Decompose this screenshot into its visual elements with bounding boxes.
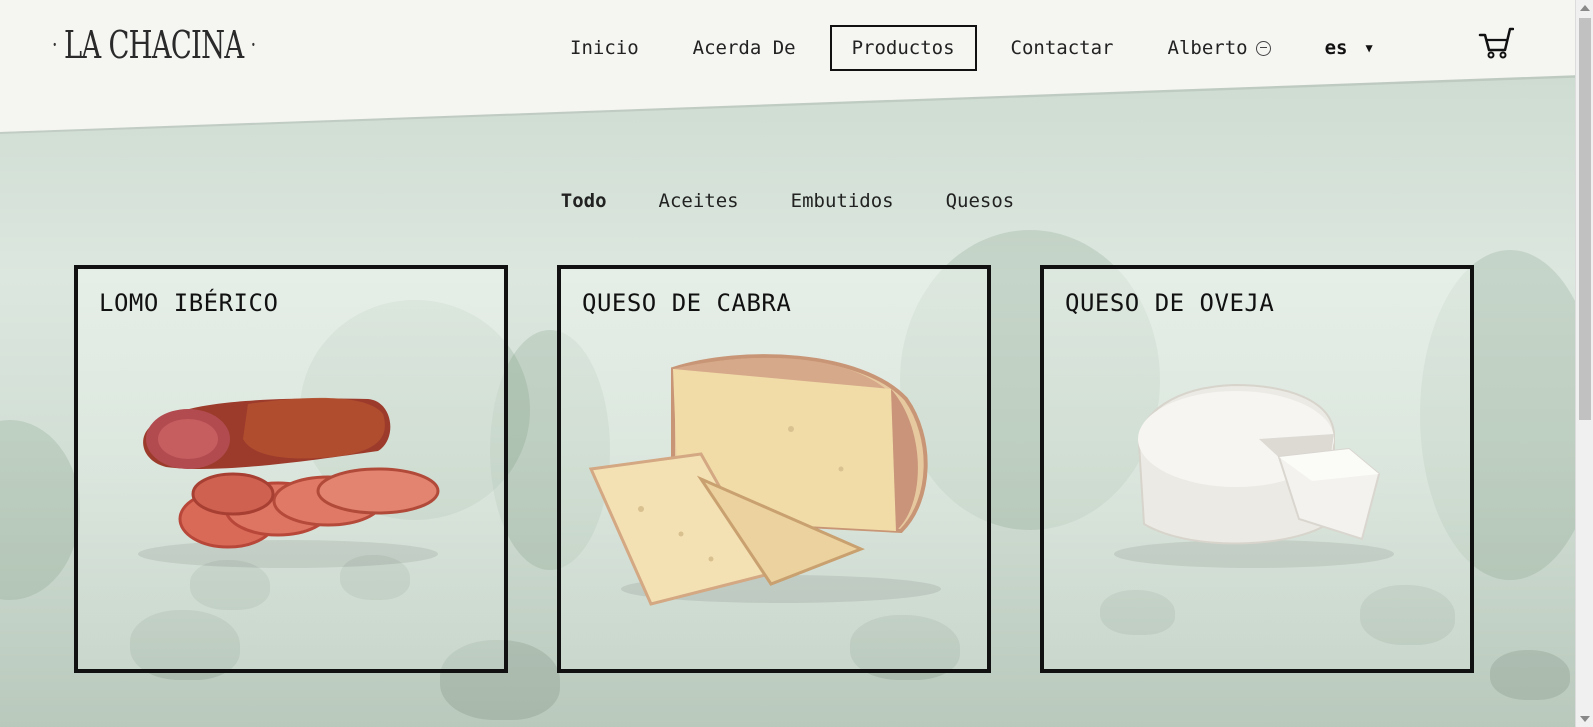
language-select[interactable]: es ▼ — [1325, 37, 1373, 59]
user-name: Alberto — [1167, 37, 1248, 59]
product-card-queso-de-oveja[interactable]: QUESO DE OVEJA — [1040, 265, 1474, 673]
lomo-iberico-image — [138, 397, 440, 568]
nav-item-acerca-de[interactable]: Acerda De — [673, 27, 816, 69]
filter-todo[interactable]: Todo — [561, 188, 607, 214]
filter-aceites[interactable]: Aceites — [659, 188, 739, 214]
nav-item-inicio[interactable]: Inicio — [550, 27, 659, 69]
caret-down-icon: ▼ — [1365, 41, 1373, 55]
category-filters: Todo Aceites Embutidos Quesos — [0, 188, 1575, 214]
logo-text: LA CHACINA — [63, 23, 244, 67]
product-title: LOMO IBÉRICO — [99, 289, 279, 317]
scroll-thumb[interactable] — [1579, 18, 1591, 420]
product-card-lomo-iberico[interactable]: LOMO IBÉRICO — [74, 265, 508, 673]
main-nav: Inicio Acerda De Productos Contactar Alb… — [550, 24, 1373, 72]
scrollbar[interactable] — [1575, 0, 1593, 727]
logout-icon[interactable] — [1255, 40, 1271, 56]
filter-quesos[interactable]: Quesos — [946, 188, 1015, 214]
product-card-queso-de-cabra[interactable]: QUESO DE CABRA — [557, 265, 991, 673]
scroll-down-icon[interactable] — [1580, 716, 1590, 722]
user-menu[interactable]: Alberto — [1148, 27, 1291, 69]
site-logo[interactable]: · LA CHACINA · — [52, 22, 256, 68]
product-title: QUESO DE OVEJA — [1065, 289, 1275, 317]
language-value: es — [1324, 37, 1348, 59]
product-title: QUESO DE CABRA — [582, 289, 792, 317]
nav-item-contactar[interactable]: Contactar — [991, 27, 1134, 69]
logo-dot-left: · — [52, 31, 57, 59]
filter-embutidos[interactable]: Embutidos — [791, 188, 894, 214]
cart-icon[interactable] — [1478, 26, 1514, 60]
scroll-up-icon[interactable] — [1580, 5, 1590, 11]
queso-de-cabra-image — [588, 354, 941, 606]
nav-item-productos[interactable]: Productos — [829, 25, 977, 71]
queso-de-oveja-image — [1114, 383, 1394, 568]
logo-dot-right: · — [250, 31, 256, 59]
